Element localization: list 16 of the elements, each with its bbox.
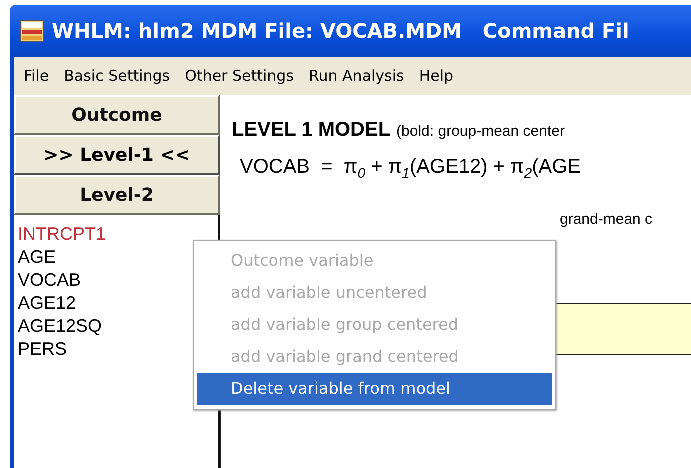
level-1-heading: LEVEL 1 MODEL [232,119,391,142]
menu-item[interactable]: File [24,67,50,85]
window-title: WHLM: hlm2 MDM File: VOCAB.MDM Command Fil [52,19,630,43]
menu-item[interactable]: Other Settings [185,67,294,85]
context-menu-item[interactable]: Delete variable from model [197,373,552,405]
level-tab[interactable]: Outcome [14,95,220,135]
variable-item[interactable]: INTRCPT1 [18,223,214,246]
menu-item[interactable]: Run Analysis [309,67,404,85]
level-2-note: grand-mean c [560,211,653,228]
level-tab[interactable]: >> Level-1 << [14,135,220,175]
app-icon [20,20,44,42]
menu-item[interactable]: Basic Settings [64,67,170,85]
menu-item[interactable]: Help [419,67,454,85]
level-tab[interactable]: Level-2 [14,175,220,215]
level-1-note: (bold: group-mean center [396,123,565,140]
level-1-equation: VOCAB = π$_{0}$ + π$_{1}$(AGE12) + π$_{2}$(AGE [240,156,582,181]
